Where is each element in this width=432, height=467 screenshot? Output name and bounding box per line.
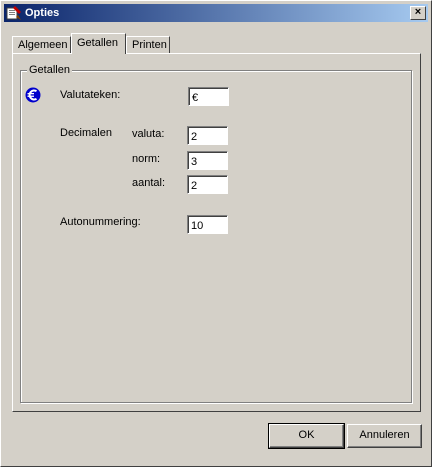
decimals-currency-field[interactable] bbox=[187, 126, 228, 145]
tab-printen[interactable]: Printen bbox=[126, 36, 170, 53]
group-title: Getallen bbox=[27, 63, 72, 77]
currency-label: Valutateken: bbox=[60, 89, 121, 101]
tab-algemeen[interactable]: Algemeen bbox=[12, 36, 71, 53]
tab-label: Printen bbox=[132, 39, 167, 51]
decimals-count-label: aantal: bbox=[132, 177, 166, 189]
tab-getallen[interactable]: Getallen bbox=[71, 33, 126, 54]
tab-label: Algemeen bbox=[18, 39, 68, 51]
title-bar[interactable]: Opties × bbox=[4, 4, 428, 22]
decimals-norm-label: norm: bbox=[132, 153, 161, 165]
options-dialog: Opties × Algemeen Getallen Printen Getal… bbox=[0, 0, 432, 467]
close-icon: × bbox=[414, 6, 422, 18]
app-icon bbox=[6, 6, 21, 20]
decimals-count-field[interactable] bbox=[187, 175, 228, 194]
ok-button[interactable]: OK bbox=[268, 423, 345, 449]
decimals-norm-field[interactable] bbox=[187, 151, 228, 170]
decimals-label: Decimalen bbox=[60, 127, 112, 139]
getallen-groupbox: Getallen bbox=[20, 63, 412, 403]
euro-icon bbox=[25, 87, 41, 103]
cancel-button[interactable]: Annuleren bbox=[347, 424, 422, 448]
autonumbering-label: Autonummering: bbox=[60, 216, 141, 228]
window-title: Opties bbox=[25, 7, 60, 19]
tab-label: Getallen bbox=[77, 37, 118, 49]
currency-field[interactable] bbox=[188, 87, 229, 106]
close-button[interactable]: × bbox=[410, 6, 426, 20]
decimals-currency-label: valuta: bbox=[132, 128, 165, 140]
autonumbering-field[interactable] bbox=[187, 215, 228, 234]
